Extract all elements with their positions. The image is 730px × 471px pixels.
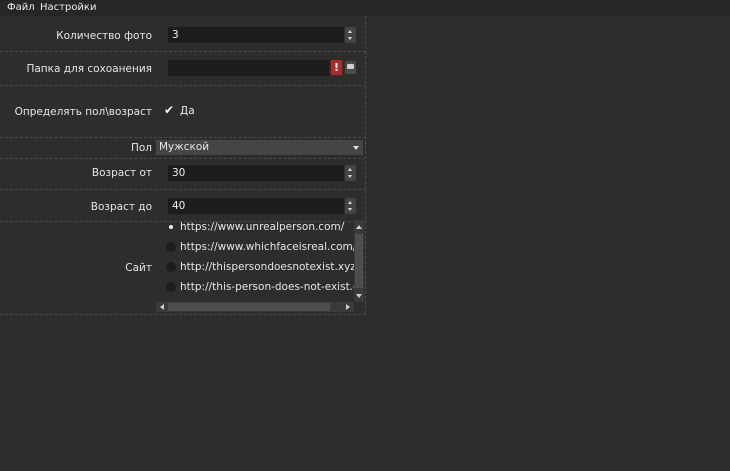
scroll-left-icon[interactable] bbox=[160, 304, 164, 310]
spin-down-icon[interactable] bbox=[348, 175, 352, 178]
photo-count-input[interactable]: 3 bbox=[168, 27, 344, 43]
save-folder-label: Папка для сохоанения bbox=[26, 63, 152, 75]
age-from-spinner[interactable] bbox=[345, 165, 356, 181]
age-from-input[interactable]: 30 bbox=[168, 165, 344, 181]
age-to-label: Возраст до bbox=[90, 201, 152, 213]
site-list[interactable]: https://www.unrealperson.com/ https://ww… bbox=[156, 220, 354, 302]
scroll-thumb[interactable] bbox=[168, 303, 330, 311]
site-option-label: https://www.whichfaceisreal.com/index.ph… bbox=[180, 241, 354, 253]
gender-label: Пол bbox=[130, 142, 152, 154]
radio-icon[interactable] bbox=[166, 242, 176, 252]
radio-selected-icon[interactable] bbox=[166, 222, 176, 232]
radio-icon[interactable] bbox=[166, 282, 176, 292]
site-list-horizontal-scrollbar[interactable] bbox=[156, 302, 354, 312]
radio-icon[interactable] bbox=[166, 262, 176, 272]
photo-count-spinner[interactable] bbox=[345, 27, 356, 43]
scroll-up-icon[interactable] bbox=[356, 225, 362, 229]
age-from-label: Возраст от bbox=[91, 167, 152, 179]
scroll-down-icon[interactable] bbox=[356, 294, 362, 298]
menu-settings[interactable]: Настройки bbox=[40, 2, 96, 13]
row-divider bbox=[0, 137, 366, 138]
gender-select-value: Мужской bbox=[159, 141, 210, 153]
site-option-label: http://this-person-does-not-exist.com bbox=[180, 281, 354, 293]
row-divider bbox=[0, 189, 366, 190]
chevron-down-icon bbox=[353, 146, 359, 150]
column-divider bbox=[365, 16, 366, 314]
detect-checkbox-label[interactable]: Да bbox=[180, 105, 195, 117]
scroll-thumb[interactable] bbox=[355, 234, 363, 288]
spin-down-icon[interactable] bbox=[348, 208, 352, 211]
spin-up-icon[interactable] bbox=[348, 168, 352, 171]
row-divider bbox=[0, 314, 366, 315]
row-divider bbox=[0, 158, 366, 159]
menu-file[interactable]: Файл bbox=[7, 2, 35, 13]
row-divider bbox=[0, 85, 366, 86]
browse-folder-button[interactable] bbox=[345, 61, 356, 74]
spin-down-icon[interactable] bbox=[348, 37, 352, 40]
site-list-vertical-scrollbar[interactable] bbox=[354, 220, 364, 302]
site-option-label: http://thispersondoesnotexist.xyz/ bbox=[180, 261, 354, 273]
site-label: Сайт bbox=[125, 262, 152, 274]
age-to-spinner[interactable] bbox=[345, 198, 356, 214]
detect-label: Определять пол\возраст bbox=[14, 106, 152, 118]
site-option-label: https://www.unrealperson.com/ bbox=[180, 221, 345, 233]
age-to-input[interactable]: 40 bbox=[168, 198, 344, 214]
scrollbar-corner bbox=[354, 302, 364, 312]
photo-count-label: Количество фото bbox=[56, 30, 152, 42]
menu-bar: Файл Настройки bbox=[0, 0, 730, 16]
row-divider bbox=[0, 51, 366, 52]
scroll-right-icon[interactable] bbox=[346, 304, 350, 310]
checkmark-icon[interactable]: ✔ bbox=[164, 103, 174, 117]
save-folder-input[interactable] bbox=[168, 60, 329, 76]
error-icon: ! bbox=[331, 60, 342, 75]
spin-up-icon[interactable] bbox=[348, 30, 352, 33]
spin-up-icon[interactable] bbox=[348, 201, 352, 204]
gender-select[interactable]: Мужской bbox=[156, 140, 363, 155]
